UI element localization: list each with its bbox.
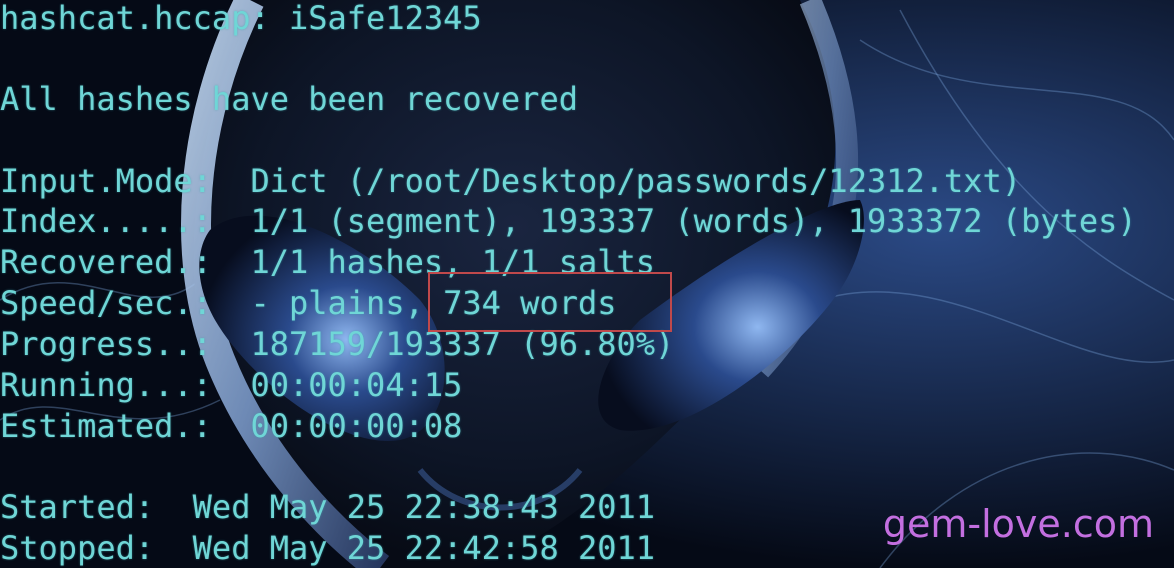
estimated-line: Estimated.: 00:00:00:08 xyxy=(0,407,463,445)
hash-result-line: hashcat.hccap: iSafe12345 xyxy=(0,0,482,37)
terminal-screen: hashcat.hccap: iSafe12345 All hashes hav… xyxy=(0,0,1174,568)
stopped-line: Stopped: Wed May 25 22:42:58 2011 xyxy=(0,529,656,567)
running-line: Running...: 00:00:04:15 xyxy=(0,366,463,404)
started-line: Started: Wed May 25 22:38:43 2011 xyxy=(0,488,656,526)
speed-highlight-box xyxy=(428,272,672,332)
input-mode-line: Input.Mode: Dict (/root/Desktop/password… xyxy=(0,162,1022,200)
watermark: gem-love.com xyxy=(882,502,1154,546)
index-line: Index.....: 1/1 (segment), 193337 (words… xyxy=(0,202,1137,240)
status-line: All hashes have been recovered xyxy=(0,80,578,118)
